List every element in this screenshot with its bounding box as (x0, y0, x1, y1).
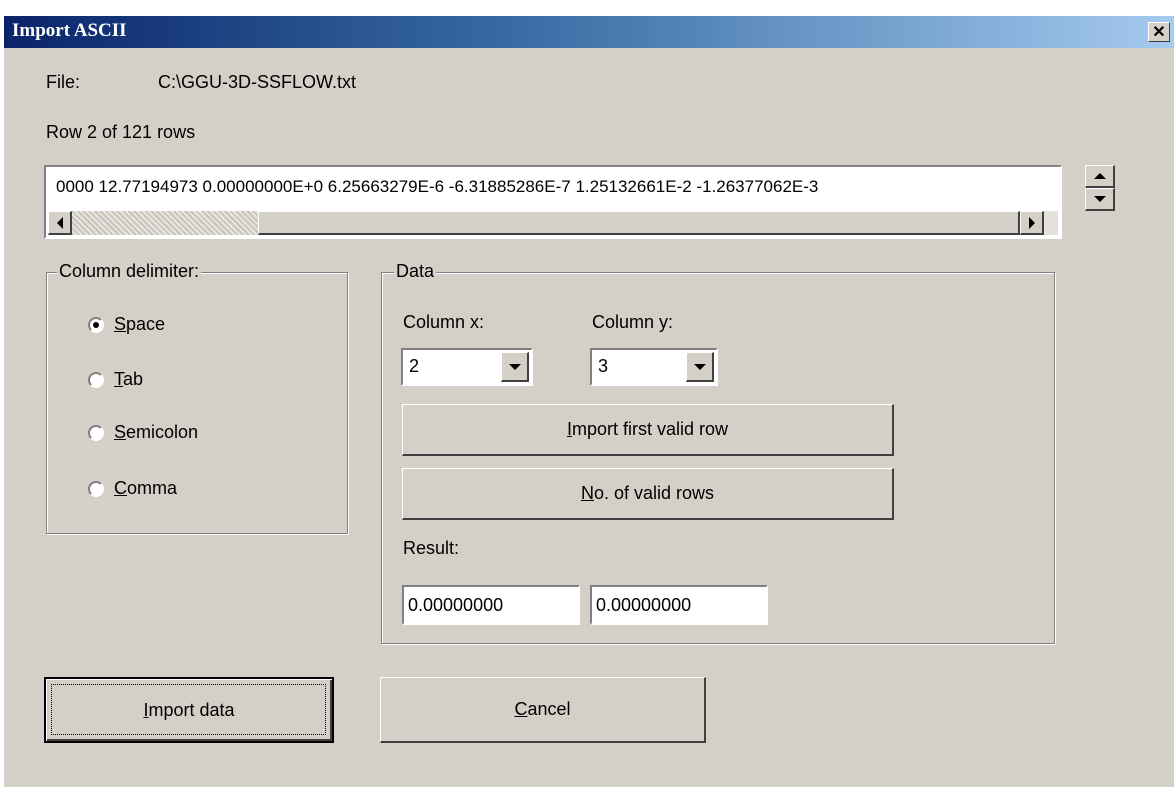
radio-comma-label[interactable]: Comma (114, 478, 177, 499)
radio-comma[interactable] (88, 481, 104, 497)
focus-ring (51, 684, 326, 735)
cancel-label: Cancel (514, 699, 571, 719)
no-of-valid-rows-button[interactable]: No. of valid rows (402, 468, 894, 520)
row-spinner[interactable] (1085, 165, 1115, 211)
arrow-down-icon (1093, 196, 1106, 202)
column-x-label: Column x: (403, 312, 485, 332)
row-down-button[interactable] (1085, 188, 1115, 211)
cancel-button[interactable]: Cancel (380, 677, 706, 743)
scroll-right-button[interactable] (1020, 211, 1044, 235)
radio-semicolon[interactable] (88, 425, 104, 441)
arrow-left-icon (56, 216, 63, 229)
row-up-button[interactable] (1085, 165, 1115, 188)
chevron-down-icon (693, 363, 706, 370)
row-status: Row 2 of 121 rows (46, 122, 196, 142)
radio-space-label[interactable]: Space (114, 314, 165, 335)
scroll-left-button[interactable] (48, 211, 72, 235)
title-bar: Import ASCII ✕ (4, 16, 1174, 48)
column-x-dropdown-button[interactable] (501, 352, 529, 382)
close-icon: ✕ (1152, 24, 1166, 41)
arrow-up-icon (1093, 173, 1106, 179)
file-path: C:\GGU-3D-SSFLOW.txt (158, 72, 357, 92)
data-group-title: Data (394, 261, 437, 282)
result-x-value: 0.00000000 (408, 595, 504, 615)
radio-semicolon-label[interactable]: Semicolon (114, 422, 198, 443)
scroll-track[interactable] (72, 211, 258, 235)
result-x-field[interactable]: 0.00000000 (402, 585, 580, 625)
column-x-select[interactable]: 2 (401, 348, 533, 386)
radio-tab[interactable] (88, 372, 104, 388)
horizontal-scrollbar[interactable] (48, 211, 1058, 235)
result-y-field[interactable]: 0.00000000 (590, 585, 768, 625)
import-data-button[interactable]: Import data (44, 677, 334, 743)
file-label: File: (46, 72, 81, 92)
column-y-select[interactable]: 3 (590, 348, 718, 386)
preview-line: 0000 12.77194973 0.00000000E+0 6.2566327… (56, 177, 819, 196)
result-label: Result: (403, 538, 460, 558)
column-y-value: 3 (598, 356, 609, 376)
chevron-down-icon (508, 363, 521, 370)
preview-box: 0000 12.77194973 0.00000000E+0 6.2566327… (44, 165, 1062, 239)
import-first-valid-row-label: Import first valid row (566, 419, 729, 439)
arrow-right-icon (1028, 216, 1035, 229)
window-title: Import ASCII (12, 20, 127, 41)
radio-selected-dot (93, 322, 99, 328)
column-delimiter-title: Column delimiter: (57, 261, 202, 282)
column-y-label: Column y: (592, 312, 674, 332)
column-x-value: 2 (409, 356, 420, 376)
no-of-valid-rows-label: No. of valid rows (580, 483, 715, 503)
result-y-value: 0.00000000 (596, 595, 692, 615)
close-button[interactable]: ✕ (1148, 22, 1170, 42)
column-y-dropdown-button[interactable] (686, 352, 714, 382)
import-first-valid-row-button[interactable]: Import first valid row (402, 404, 894, 456)
radio-space[interactable] (88, 317, 104, 333)
radio-tab-label[interactable]: Tab (114, 369, 143, 390)
scroll-thumb[interactable] (258, 211, 1020, 235)
